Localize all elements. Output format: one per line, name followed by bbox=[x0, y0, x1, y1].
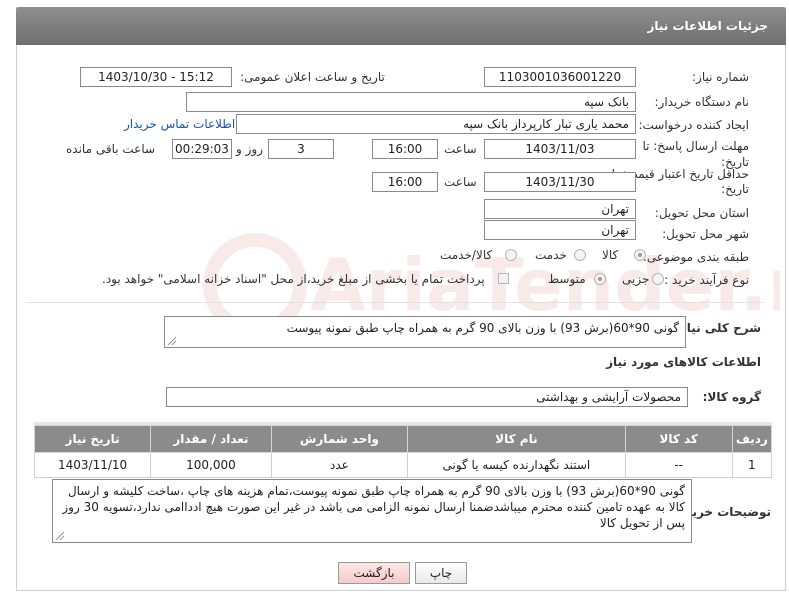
validity-date-label: تاریخ: bbox=[721, 182, 749, 196]
creator-label: ایجاد کننده درخواست: bbox=[638, 118, 749, 132]
payment-note: پرداخت تمام یا بخشی از مبلغ خرید،از محل … bbox=[102, 272, 485, 286]
summary-text: گونی 90*60(برش 93) با وزن بالای 90 گرم ب… bbox=[286, 321, 679, 335]
remaining-time-field: 00:29:03 bbox=[172, 139, 232, 159]
title-bar: جزئیات اطلاعات نیاز bbox=[16, 7, 786, 45]
buyer-notes-text: گونی 90*60(برش 93) با وزن بالای 90 گرم ب… bbox=[62, 484, 685, 530]
category-radio-both[interactable] bbox=[505, 249, 517, 261]
cell-code: -- bbox=[624, 452, 733, 478]
process-option-medium: متوسط bbox=[548, 272, 586, 286]
need-number-field: 1103001036001220 bbox=[484, 67, 636, 87]
summary-label: شرح کلی نیاز: bbox=[675, 321, 761, 335]
deadline-label: مهلت ارسال پاسخ: تا bbox=[642, 139, 749, 153]
items-table: ردیف کد کالا نام کالا واحد شمارش تعداد /… bbox=[33, 425, 773, 478]
col-code: کد کالا bbox=[624, 425, 733, 453]
category-radio-goods[interactable] bbox=[634, 249, 646, 261]
province-label: استان محل تحویل: bbox=[654, 206, 749, 220]
summary-textarea: گونی 90*60(برش 93) با وزن بالای 90 گرم ب… bbox=[164, 316, 686, 348]
announce-field: 1403/10/30 - 15:12 bbox=[80, 67, 232, 87]
resize-grip-icon[interactable] bbox=[168, 337, 176, 345]
category-option-goods: کالا bbox=[602, 248, 619, 262]
cell-qty: 100,000 bbox=[150, 452, 272, 478]
items-section-title: اطلاعات کالاهای مورد نیاز bbox=[606, 355, 761, 369]
divider bbox=[26, 302, 763, 303]
col-row: ردیف bbox=[731, 425, 773, 453]
category-label: طبقه بندی موضوعی: bbox=[642, 250, 749, 264]
deadline-time-label: ساعت bbox=[444, 142, 477, 156]
process-option-minor: جزیی bbox=[622, 272, 650, 286]
col-name: نام کالا bbox=[407, 425, 626, 453]
cell-row: 1 bbox=[731, 452, 773, 478]
validity-time-field: 16:00 bbox=[372, 172, 438, 192]
province-field: تهران bbox=[484, 199, 636, 219]
resize-grip-icon[interactable] bbox=[56, 532, 64, 540]
cell-unit: عدد bbox=[270, 452, 409, 478]
validity-date-field: 1403/11/30 bbox=[484, 172, 636, 192]
city-label: شهر محل تحویل: bbox=[662, 227, 749, 241]
buyer-field: بانک سپه bbox=[186, 92, 636, 112]
payment-treasury-checkbox[interactable] bbox=[498, 273, 509, 284]
category-radio-service[interactable] bbox=[574, 249, 586, 261]
process-label: نوع فرآیند خرید : bbox=[664, 273, 749, 287]
col-date: تاریخ نیاز bbox=[33, 425, 152, 453]
category-option-service: خدمت bbox=[535, 248, 567, 262]
buyer-notes-textarea: گونی 90*60(برش 93) با وزن بالای 90 گرم ب… bbox=[52, 479, 692, 543]
buyer-contact-link[interactable]: اطلاعات تماس خریدار bbox=[124, 117, 235, 131]
cell-name: استند نگهدارنده کیسه یا گونی bbox=[407, 452, 626, 478]
page-title: جزئیات اطلاعات نیاز bbox=[647, 19, 768, 33]
process-radio-minor[interactable] bbox=[652, 273, 664, 285]
group-label: گروه کالا: bbox=[702, 390, 761, 404]
announce-label: تاریخ و ساعت اعلان عمومی: bbox=[240, 70, 385, 84]
days-label: روز و bbox=[236, 142, 263, 156]
group-field: محصولات آرایشی و بهداشتی bbox=[166, 387, 688, 407]
table-row: 1 -- استند نگهدارنده کیسه یا گونی عدد 10… bbox=[33, 452, 773, 478]
col-unit: واحد شمارش bbox=[270, 425, 409, 453]
category-option-both: کالا/خدمت bbox=[440, 248, 493, 262]
days-field: 3 bbox=[268, 139, 334, 159]
back-button[interactable]: بازگشت bbox=[338, 562, 410, 584]
print-button[interactable]: چاپ bbox=[415, 562, 467, 584]
city-field: تهران bbox=[484, 220, 636, 240]
creator-field: محمد یاری تبار کارپرداز بانک سپه bbox=[236, 114, 636, 134]
need-number-label: شماره نیاز: bbox=[692, 70, 749, 84]
deadline-date-field: 1403/11/03 bbox=[484, 139, 636, 159]
validity-time-label: ساعت bbox=[444, 175, 477, 189]
deadline-time-field: 16:00 bbox=[372, 139, 438, 159]
process-radio-medium[interactable] bbox=[594, 273, 606, 285]
remaining-label: ساعت باقی مانده bbox=[66, 142, 156, 156]
cell-date: 1403/11/10 bbox=[33, 452, 152, 478]
buyer-label: نام دستگاه خریدار: bbox=[654, 95, 750, 109]
col-qty: تعداد / مقدار bbox=[150, 425, 272, 453]
